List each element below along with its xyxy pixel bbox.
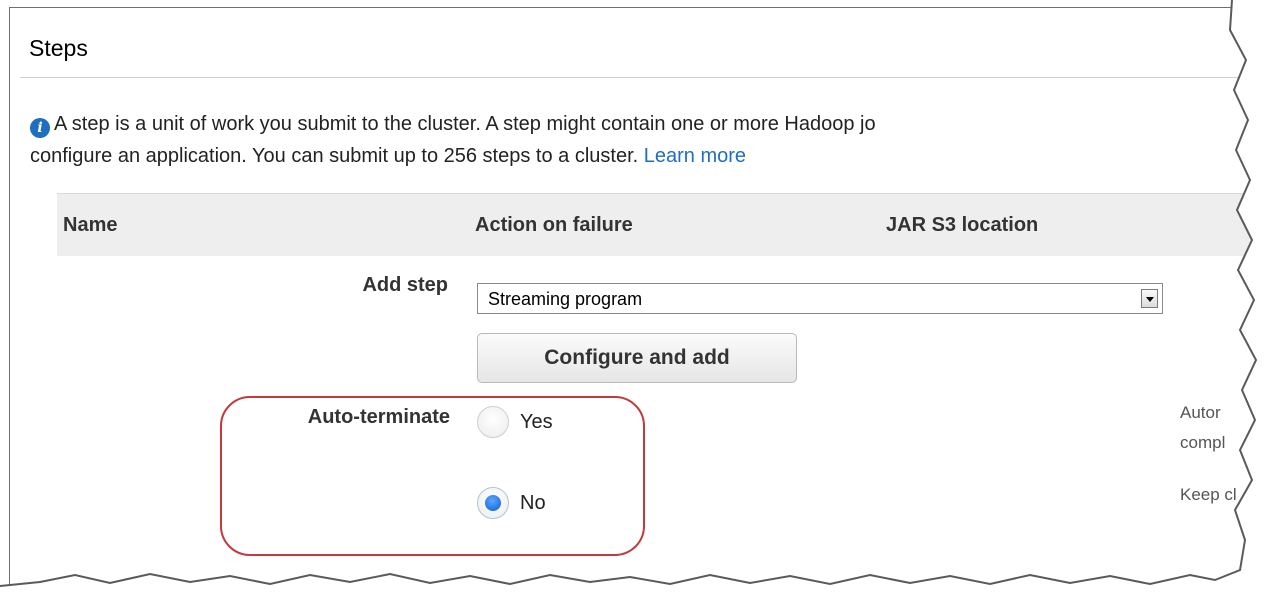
side-help-text-1: Autor [1180, 403, 1221, 422]
side-help-text-2: compl [1180, 433, 1226, 452]
auto-terminate-yes-radio[interactable] [477, 406, 509, 438]
learn-more-link[interactable]: Learn more [644, 145, 746, 167]
title-divider [20, 77, 1260, 78]
info-text-line1: A step is a unit of work you submit to t… [54, 113, 876, 135]
info-paragraph: iA step is a unit of work you submit to … [30, 108, 1260, 172]
side-help-text-3: Keep cl [1180, 485, 1237, 504]
info-icon: i [30, 118, 50, 138]
auto-terminate-yes-label[interactable]: Yes [520, 411, 553, 434]
steps-table-header: Name Action on failure JAR S3 location [57, 193, 1260, 256]
screenshot-frame: Steps iA step is a unit of work you subm… [0, 0, 1271, 602]
add-step-label: Add step [362, 274, 448, 296]
steps-panel: Steps iA step is a unit of work you subm… [9, 7, 1271, 587]
auto-terminate-label: Auto-terminate [307, 406, 450, 428]
column-header-name: Name [63, 214, 118, 236]
column-header-action-on-failure: Action on failure [475, 214, 633, 236]
chevron-down-icon[interactable] [1141, 289, 1158, 308]
info-text-line2: configure an application. You can submit… [30, 145, 639, 167]
auto-terminate-no-label[interactable]: No [520, 492, 546, 515]
column-header-jar-s3-location: JAR S3 location [886, 214, 1039, 236]
auto-terminate-no-radio[interactable] [477, 487, 509, 519]
step-type-select[interactable]: Streaming program [477, 283, 1163, 314]
configure-and-add-button[interactable]: Configure and add [477, 333, 797, 383]
section-title: Steps [29, 35, 88, 61]
step-type-selected-value: Streaming program [488, 289, 643, 309]
